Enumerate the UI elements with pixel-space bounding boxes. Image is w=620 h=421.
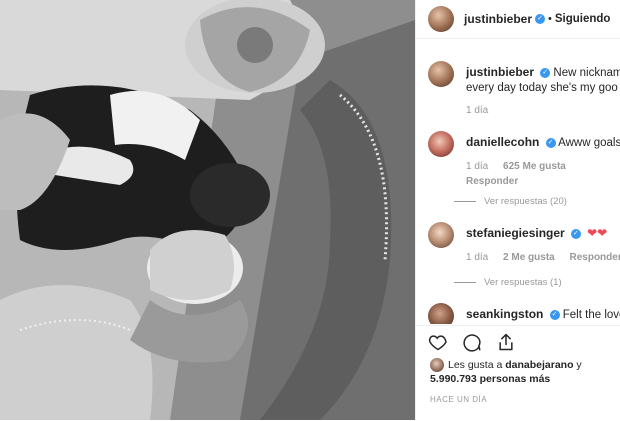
author-avatar[interactable] xyxy=(428,6,454,32)
post-timestamp[interactable]: HACE UN DÍA xyxy=(430,395,487,404)
likes-count[interactable]: 5.990.793 xyxy=(430,373,477,385)
post-sidebar: justinbieber ✓ • Siguiendo justinbieber … xyxy=(415,0,620,420)
comment-text: Felt the love xyxy=(563,309,620,321)
replies-rule xyxy=(454,282,476,283)
verified-badge-icon: ✓ xyxy=(550,310,560,320)
caption-username[interactable]: justinbieber xyxy=(466,65,534,79)
comments-list[interactable]: justinbieber ✓ New nickname fo every day… xyxy=(416,39,620,324)
comment-text: Awww goals xyxy=(558,137,620,149)
verified-badge-icon: ✓ xyxy=(535,14,545,24)
comment-icon[interactable] xyxy=(462,332,482,352)
likes-summary[interactable]: Les gusta a danabejarano y 5.990.793 per… xyxy=(430,358,615,386)
red-hearts-emoji-icon: ❤❤ xyxy=(587,226,607,240)
liker-avatar xyxy=(430,358,444,372)
reply-button[interactable]: Responder xyxy=(466,176,620,187)
view-replies-label: Ver respuestas (1) xyxy=(484,277,562,288)
post-actions: Les gusta a danabejarano y 5.990.793 per… xyxy=(416,325,620,421)
likes-suffix[interactable]: personas más xyxy=(480,373,551,385)
heart-icon[interactable] xyxy=(428,332,448,352)
caption-text: New nickname fo xyxy=(553,67,620,79)
comment-time[interactable]: 1 día xyxy=(466,161,488,172)
view-replies-label: Ver respuestas (20) xyxy=(484,196,567,207)
likes-prefix: Les gusta a xyxy=(448,359,502,371)
instagram-post-view: justinbieber ✓ • Siguiendo justinbieber … xyxy=(0,0,620,420)
following-button[interactable]: Siguiendo xyxy=(555,13,611,25)
comment-likes[interactable]: 625 Me gusta xyxy=(503,161,566,172)
comment-avatar[interactable] xyxy=(428,303,454,324)
comment-username[interactable]: daniellecohn xyxy=(466,135,539,149)
verified-badge-icon: ✓ xyxy=(540,68,550,78)
post-photo[interactable] xyxy=(0,0,415,420)
caption-avatar[interactable] xyxy=(428,61,454,87)
photo-illustration xyxy=(0,0,415,420)
separator-dot: • xyxy=(548,13,552,25)
likes-connector: y xyxy=(576,359,581,371)
view-replies-button[interactable]: Ver respuestas (20) xyxy=(454,196,567,207)
replies-rule xyxy=(454,201,476,202)
comment-avatar[interactable] xyxy=(428,222,454,248)
share-icon[interactable] xyxy=(496,332,516,352)
verified-badge-icon: ✓ xyxy=(546,138,556,148)
caption-text-line2: every day today she's my goo go xyxy=(466,82,620,94)
comment-username[interactable]: seankingston xyxy=(466,307,543,321)
post-header: justinbieber ✓ • Siguiendo xyxy=(416,0,620,39)
caption-time[interactable]: 1 día xyxy=(466,105,488,116)
verified-badge-icon: ✓ xyxy=(571,229,581,239)
liker-username[interactable]: danabejarano xyxy=(505,359,573,371)
reply-button[interactable]: Responder xyxy=(570,252,620,263)
author-username[interactable]: justinbieber xyxy=(464,12,532,26)
comment-username[interactable]: stefaniegiesinger xyxy=(466,226,565,240)
comment-likes[interactable]: 2 Me gusta xyxy=(503,252,555,263)
view-replies-button[interactable]: Ver respuestas (1) xyxy=(454,277,562,288)
comment-avatar[interactable] xyxy=(428,131,454,157)
comment-time[interactable]: 1 día xyxy=(466,252,488,263)
